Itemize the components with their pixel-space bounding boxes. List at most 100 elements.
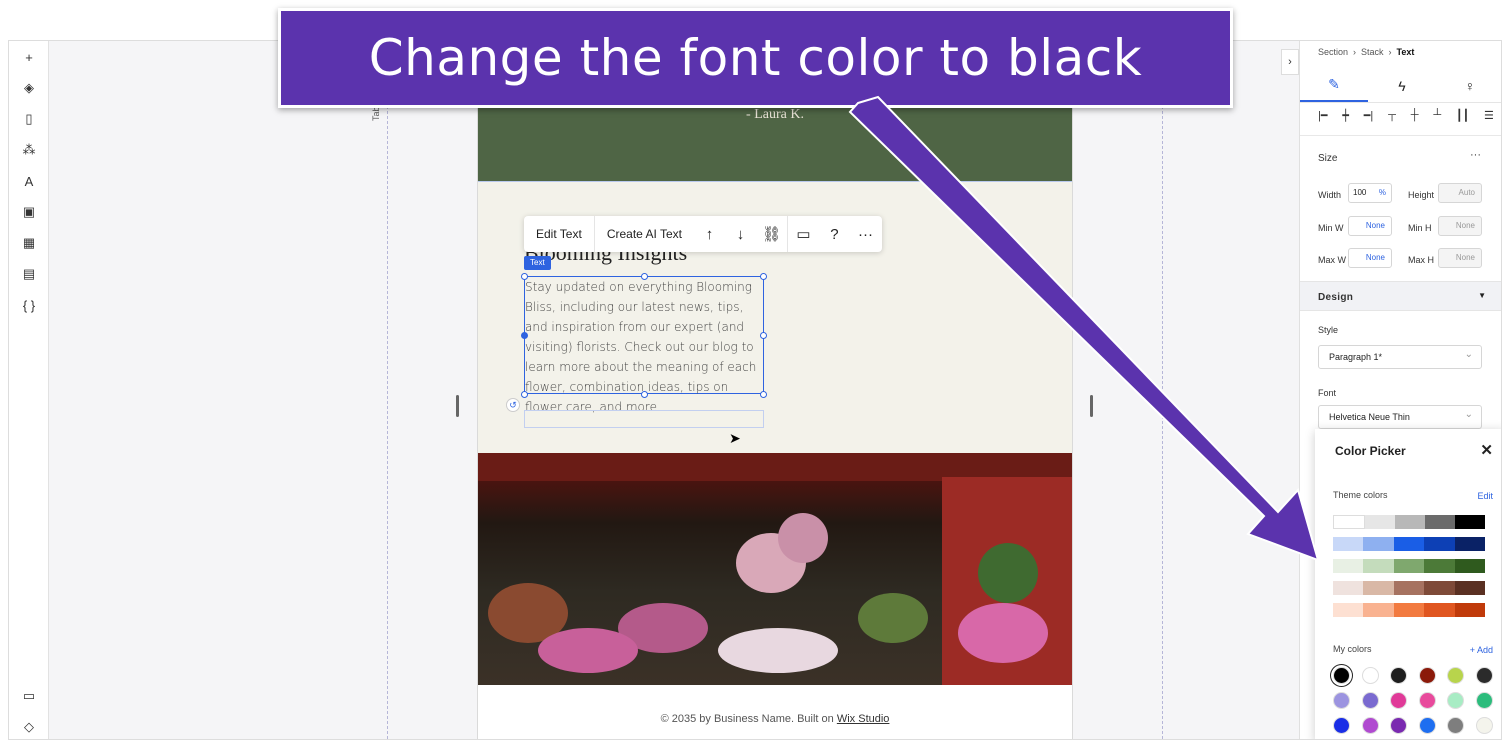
theme-color-swatch[interactable] xyxy=(1424,603,1455,617)
color-swatch[interactable] xyxy=(1390,667,1408,684)
color-swatch[interactable] xyxy=(1361,667,1379,684)
theme-color-swatch[interactable] xyxy=(1363,537,1394,551)
color-swatch[interactable] xyxy=(1475,667,1493,684)
footer-link[interactable]: Wix Studio xyxy=(837,713,890,725)
color-swatch[interactable] xyxy=(1390,692,1408,709)
media-icon[interactable]: ▣ xyxy=(19,202,39,222)
theme-color-swatch[interactable] xyxy=(1393,559,1425,573)
resize-knob-bl[interactable] xyxy=(521,391,528,398)
color-swatch[interactable] xyxy=(1333,692,1350,709)
align-bottom-icon[interactable]: ┴ xyxy=(1433,109,1441,122)
cms-table-icon[interactable]: ▤ xyxy=(19,264,39,284)
theme-color-swatch[interactable] xyxy=(1363,559,1394,573)
help-icon[interactable]: ? xyxy=(819,216,850,252)
edit-text-button[interactable]: Edit Text xyxy=(524,216,594,252)
design-section-header[interactable]: Design ▼ xyxy=(1300,281,1501,311)
font-select[interactable]: Helvetica Neue Thin xyxy=(1318,404,1482,429)
theme-color-swatch[interactable] xyxy=(1333,515,1365,529)
min-height-input[interactable]: None xyxy=(1438,216,1482,236)
theme-color-swatch[interactable] xyxy=(1333,581,1364,595)
theme-color-swatch[interactable] xyxy=(1393,603,1425,617)
color-swatch[interactable] xyxy=(1361,717,1379,734)
theme-color-swatch[interactable] xyxy=(1393,581,1425,595)
theme-color-swatch[interactable] xyxy=(1363,581,1394,595)
align-center-h-icon[interactable]: ┿ xyxy=(1342,109,1349,122)
color-swatch[interactable] xyxy=(1447,667,1465,684)
theme-color-swatch[interactable] xyxy=(1425,515,1455,529)
theme-color-swatch[interactable] xyxy=(1333,537,1364,551)
more-icon[interactable]: ··· xyxy=(850,216,881,252)
width-input[interactable]: 100% xyxy=(1348,183,1392,203)
resize-handle-left[interactable] xyxy=(456,395,459,417)
theme-color-swatch[interactable] xyxy=(1454,581,1486,595)
collapse-panel-button[interactable]: › xyxy=(1281,49,1299,75)
width-unit[interactable]: % xyxy=(1379,184,1386,202)
resize-knob-tr[interactable] xyxy=(760,273,767,280)
max-height-input[interactable]: None xyxy=(1438,248,1482,268)
add-color-link[interactable]: + Add xyxy=(1470,645,1493,655)
chat-icon[interactable]: ▭ xyxy=(19,686,39,706)
apps-icon[interactable]: ▦ xyxy=(19,233,39,253)
theme-color-swatch[interactable] xyxy=(1454,537,1486,551)
color-swatch[interactable] xyxy=(1418,667,1436,684)
resize-handle-right[interactable] xyxy=(1090,395,1093,417)
resize-knob-tm[interactable] xyxy=(641,273,648,280)
color-swatch[interactable] xyxy=(1418,692,1436,709)
selected-color-swatch[interactable] xyxy=(1333,667,1350,684)
align-right-icon[interactable]: ━| xyxy=(1364,109,1373,122)
size-more-button[interactable]: ··· xyxy=(1470,149,1481,161)
page-canvas[interactable]: - Laura K. Blooming Insights Text Stay u… xyxy=(477,41,1073,739)
arrow-up-icon[interactable]: ↑ xyxy=(694,216,725,252)
blog-section[interactable]: Blooming Insights Text Stay updated on e… xyxy=(478,181,1072,453)
create-ai-text-button[interactable]: Create AI Text xyxy=(595,216,694,252)
plus-icon[interactable]: + xyxy=(19,47,39,67)
distribute-v-icon[interactable]: ☰ xyxy=(1484,109,1494,122)
color-swatch[interactable] xyxy=(1418,717,1436,734)
components-icon[interactable]: ⁂ xyxy=(19,140,39,160)
arrow-down-icon[interactable]: ↓ xyxy=(725,216,756,252)
theme-color-swatch[interactable] xyxy=(1333,559,1364,573)
align-left-icon[interactable]: |━ xyxy=(1318,109,1327,122)
selected-text-box[interactable]: Stay updated on everything Blooming Blis… xyxy=(524,276,764,414)
link-icon[interactable]: ⛓ xyxy=(756,216,787,252)
tab-design[interactable]: ✎ xyxy=(1300,69,1368,102)
resize-knob-mr[interactable] xyxy=(760,332,767,339)
theme-color-swatch[interactable] xyxy=(1363,603,1394,617)
breadcrumb-stack[interactable]: Stack xyxy=(1361,47,1384,57)
theme-color-swatch[interactable] xyxy=(1395,515,1425,529)
color-swatch[interactable] xyxy=(1447,692,1465,709)
code-icon[interactable]: { } xyxy=(19,295,39,315)
align-middle-v-icon[interactable]: ┼ xyxy=(1411,109,1419,122)
min-width-input[interactable]: None xyxy=(1348,216,1392,236)
flower-shop-image[interactable] xyxy=(478,453,1072,685)
height-input[interactable]: Auto xyxy=(1438,183,1482,203)
comment-icon[interactable]: ▭ xyxy=(788,216,819,252)
theme-color-swatch[interactable] xyxy=(1424,581,1455,595)
rotate-icon[interactable]: ↺ xyxy=(506,398,520,412)
max-width-input[interactable]: None xyxy=(1348,248,1392,268)
resize-knob-bm[interactable] xyxy=(641,391,648,398)
typography-icon[interactable]: A xyxy=(19,171,39,191)
page-icon[interactable]: ▯ xyxy=(19,109,39,129)
distribute-h-icon[interactable]: ┃┃ xyxy=(1456,109,1469,122)
align-top-icon[interactable]: ┬ xyxy=(1388,109,1396,122)
theme-color-swatch[interactable] xyxy=(1424,559,1455,573)
style-select[interactable]: Paragraph 1* xyxy=(1318,344,1482,369)
color-swatch[interactable] xyxy=(1333,717,1350,734)
color-swatch[interactable] xyxy=(1475,692,1493,709)
resize-knob-ml[interactable] xyxy=(521,332,528,339)
theme-color-swatch[interactable] xyxy=(1455,515,1485,529)
close-icon[interactable]: ✕ xyxy=(1480,441,1493,459)
color-swatch[interactable] xyxy=(1361,692,1379,709)
color-swatch[interactable] xyxy=(1390,717,1408,734)
tab-ai[interactable]: ♀ xyxy=(1436,69,1501,102)
layers-icon[interactable]: ◈ xyxy=(19,78,39,98)
learn-icon[interactable]: ◇ xyxy=(19,717,39,737)
theme-color-swatch[interactable] xyxy=(1333,603,1364,617)
theme-color-swatch[interactable] xyxy=(1424,537,1455,551)
color-swatch[interactable] xyxy=(1475,717,1493,734)
breadcrumb-section[interactable]: Section xyxy=(1318,47,1348,57)
resize-knob-br[interactable] xyxy=(760,391,767,398)
theme-color-swatch[interactable] xyxy=(1454,559,1486,573)
color-swatch[interactable] xyxy=(1447,717,1465,734)
